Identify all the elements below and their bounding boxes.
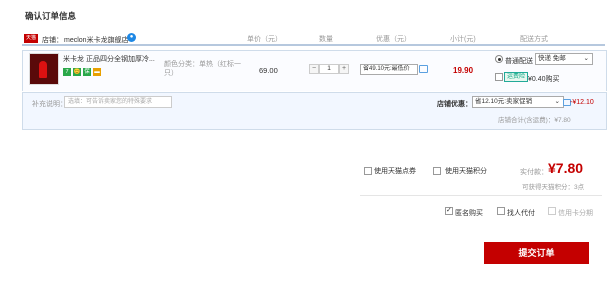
points-checkbox[interactable] — [433, 167, 441, 175]
wangwang-chat-icon[interactable]: ● — [127, 33, 136, 42]
card-payment-icon[interactable]: ▬ — [93, 68, 101, 76]
page-title: 确认订单信息 — [25, 11, 77, 21]
installment-label: 信用卡分期 — [558, 210, 593, 217]
shipping-option-value: 快递 免邮 — [538, 55, 566, 62]
seven-day-return-icon[interactable]: 7 — [63, 68, 71, 76]
shop-total: 店铺合计(含运费)：¥7.80 — [498, 117, 571, 124]
shop-discount-value: 省12.10元:卖家促销 — [475, 98, 533, 105]
product-image[interactable] — [29, 53, 59, 85]
col-subtotal: 小计(元) — [450, 36, 476, 43]
coupon-checkbox[interactable] — [364, 167, 372, 175]
anonymous-label: 匿名购买 — [455, 210, 483, 217]
points-label: 使用天猫积分 — [445, 168, 487, 175]
shop-discount-select[interactable]: 省12.10元:卖家促销 ⌄ — [472, 96, 564, 108]
shipping-option-select[interactable]: 快递 免邮 ⌄ — [535, 53, 593, 65]
product-sku: 颜色分类：单热（红标一只） — [164, 61, 241, 77]
memo-label: 补充说明： — [32, 101, 67, 108]
tmall-logo-icon: 天猫 — [24, 34, 38, 43]
insurance-checkbox[interactable] — [495, 73, 503, 81]
promo-info-icon[interactable] — [419, 65, 428, 73]
insurance-price: ¥0.40购买 — [528, 76, 560, 83]
guarantee-icon[interactable]: 保 — [83, 68, 91, 76]
earn-points: 可获得天猫积分：3点 — [522, 184, 585, 191]
proxy-pay-checkbox[interactable] — [497, 207, 505, 215]
memo-input[interactable]: 选填：可告诉卖家您的特殊要求 — [64, 96, 172, 108]
col-qty: 数量 — [319, 36, 333, 43]
shipping-method-label: 普通配送 — [505, 58, 533, 65]
item-promo-select[interactable]: 省49.10元:最低价 — [360, 64, 418, 75]
shop-discount-label: 店铺优惠： — [437, 101, 472, 108]
qty-increase-button[interactable]: + — [339, 64, 349, 74]
submit-order-button[interactable]: 提交订单 — [484, 242, 589, 264]
shop-discount-amount: -¥12.10 — [570, 99, 594, 106]
col-promo: 优惠（元） — [376, 36, 411, 43]
product-title-link[interactable]: 米卡龙 正品四分全钢加厚冷... — [63, 55, 158, 64]
qty-decrease-button[interactable]: − — [309, 64, 319, 74]
col-shipping: 配送方式 — [520, 36, 548, 43]
real-pay-value: ¥7.80 — [548, 160, 584, 176]
smile-service-icon[interactable]: 😊 — [73, 68, 81, 76]
shop-name-link[interactable]: meclon米卡龙旗舰店 — [64, 35, 129, 45]
anonymous-checkbox[interactable] — [445, 206, 453, 215]
col-price: 单价（元） — [247, 36, 282, 43]
insurance-badge: 运费险 — [504, 72, 528, 82]
installment-checkbox[interactable] — [548, 207, 556, 215]
unit-price: 69.00 — [259, 66, 278, 75]
normal-delivery-radio[interactable] — [495, 55, 503, 63]
coupon-label: 使用天猫点券 — [374, 168, 416, 175]
qty-input[interactable]: 1 — [319, 64, 339, 74]
proxy-pay-label: 找人代付 — [507, 210, 535, 217]
chevron-down-icon: ⌄ — [583, 55, 589, 62]
real-pay-label: 实付款： — [520, 169, 548, 176]
chevron-down-icon: ⌄ — [554, 98, 560, 105]
item-promo-value: 省49.10元:最低价 — [363, 66, 410, 72]
item-subtotal: 19.90 — [453, 66, 474, 75]
divider — [360, 195, 602, 196]
shop-label: 店铺： — [42, 37, 63, 44]
